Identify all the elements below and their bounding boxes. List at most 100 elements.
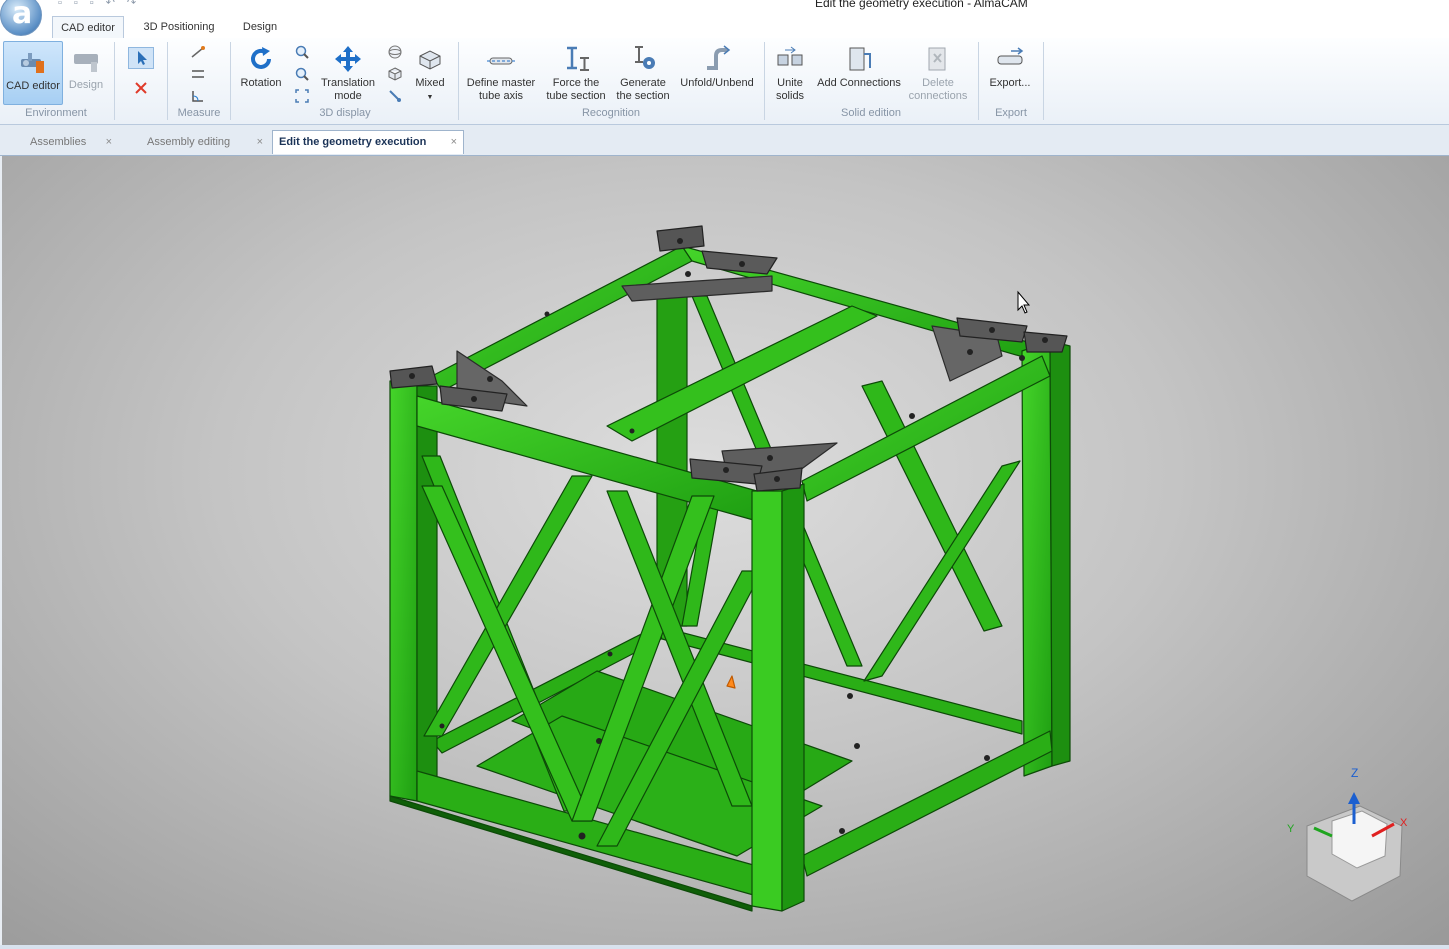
tab-design[interactable]: Design bbox=[236, 16, 284, 38]
quick-access-toolbar[interactable]: ▫▫▫↶↷ bbox=[58, 0, 148, 9]
zoom-in-button[interactable] bbox=[294, 44, 310, 60]
steel-frame-model[interactable] bbox=[389, 225, 1071, 912]
mixed-button[interactable]: Mixed ▼ bbox=[410, 44, 450, 104]
view-cube-button[interactable] bbox=[387, 66, 403, 82]
add-connections-button[interactable]: Add Connections bbox=[816, 44, 902, 90]
logo-letter: a bbox=[12, 0, 33, 31]
doc-tab-assembly-editing[interactable]: Assembly editing × bbox=[121, 131, 269, 153]
group-recognition-label: Recognition bbox=[581, 107, 641, 119]
axis-z-label: Z bbox=[1351, 766, 1358, 780]
rotation-label: Rotation bbox=[240, 77, 282, 89]
measure-angle-button[interactable] bbox=[190, 88, 206, 104]
window-title: Edit the geometry execution - AlmaCAM bbox=[815, 0, 1028, 10]
zoom-out-button[interactable] bbox=[294, 66, 310, 82]
export-label: Export... bbox=[989, 77, 1031, 89]
export-button[interactable]: Export... bbox=[984, 44, 1036, 90]
cad-editor-icon bbox=[21, 53, 44, 73]
tab-3d-positioning[interactable]: 3D Positioning bbox=[138, 16, 220, 38]
zoom-in-icon bbox=[295, 45, 309, 59]
unfold-label: Unfold/Unbend bbox=[680, 77, 754, 89]
unite-label-1: Unite bbox=[777, 77, 803, 89]
ribbon-separator bbox=[764, 42, 765, 120]
document-tab-bar: Assemblies × Assembly editing × Edit the… bbox=[0, 125, 1449, 156]
mixed-display-icon bbox=[419, 50, 441, 70]
delete-connections-label-2: connections bbox=[908, 90, 968, 102]
view-cube-gizmo[interactable] bbox=[1306, 792, 1403, 902]
export-icon bbox=[997, 47, 1024, 65]
group-3d-display-label: 3D display bbox=[319, 107, 371, 119]
ribbon-tab-row: CAD editor 3D Positioning Design bbox=[0, 14, 1449, 39]
define-label-1: Define master bbox=[466, 77, 536, 89]
tube-section-icon bbox=[567, 46, 589, 71]
cursor-icon bbox=[138, 51, 147, 65]
unfold-unbend-button[interactable]: Unfold/Unbend bbox=[678, 44, 756, 90]
translation-label-2: mode bbox=[334, 90, 362, 102]
ribbon-separator bbox=[167, 42, 168, 120]
group-measure-label: Measure bbox=[177, 107, 221, 119]
mixed-label: Mixed bbox=[415, 77, 445, 89]
unite-solids-button[interactable]: Unite solids bbox=[770, 44, 810, 103]
generate-section-button[interactable]: Generate the section bbox=[613, 44, 673, 103]
zoom-extents-icon bbox=[295, 89, 309, 103]
rotation-icon bbox=[251, 47, 271, 69]
delete-connections-button[interactable]: Delete connections bbox=[906, 44, 970, 103]
zoom-out-icon bbox=[295, 67, 309, 81]
generate-label-2: the section bbox=[616, 90, 670, 102]
mouse-cursor-icon bbox=[1017, 290, 1031, 314]
ribbon-separator bbox=[1043, 42, 1044, 120]
generate-gear-icon bbox=[635, 46, 655, 69]
measure-angle-icon bbox=[192, 91, 203, 102]
close-icon[interactable]: × bbox=[451, 131, 457, 153]
force-tube-section-button[interactable]: Force the tube section bbox=[544, 44, 608, 103]
delete-connection-icon bbox=[928, 47, 946, 71]
delete-x-icon bbox=[135, 82, 147, 94]
select-tool-button[interactable] bbox=[128, 47, 154, 69]
cad-editor-button[interactable]: CAD editor bbox=[3, 41, 63, 105]
measure-parallel-button[interactable] bbox=[190, 66, 206, 82]
design-button[interactable]: Design bbox=[66, 46, 106, 92]
edit-geometry-tab-label: Edit the geometry execution bbox=[279, 136, 427, 148]
3d-model-view[interactable]: Z Y X bbox=[2, 156, 1449, 945]
measure-distance-button[interactable] bbox=[190, 44, 206, 60]
unfold-icon bbox=[707, 45, 731, 70]
ribbon: CAD editor Design Environment Measure Ro… bbox=[0, 38, 1449, 125]
define-master-tube-axis-button[interactable]: Define master tube axis bbox=[464, 44, 538, 103]
view-sphere-button[interactable] bbox=[387, 44, 403, 60]
perspective-icon bbox=[389, 90, 401, 102]
doc-tab-assemblies[interactable]: Assemblies × bbox=[4, 131, 118, 153]
doc-tab-edit-geometry[interactable]: Edit the geometry execution × bbox=[272, 130, 464, 154]
ribbon-separator bbox=[458, 42, 459, 120]
3d-viewport[interactable]: Z Y X bbox=[2, 156, 1449, 945]
generate-label-1: Generate bbox=[620, 77, 666, 89]
axis-x-label: X bbox=[1400, 817, 1408, 829]
axis-y-label: Y bbox=[1287, 823, 1295, 835]
group-export-label: Export bbox=[995, 107, 1027, 119]
assemblies-tab-label: Assemblies bbox=[30, 136, 87, 148]
group-environment-label: Environment bbox=[25, 107, 87, 119]
define-label-2: tube axis bbox=[478, 90, 524, 102]
zoom-extents-button[interactable] bbox=[294, 88, 310, 104]
translation-arrows-icon bbox=[335, 46, 361, 72]
delete-connections-label-1: Delete bbox=[922, 77, 954, 89]
translation-label-1: Translation bbox=[320, 77, 375, 89]
measure-distance-icon bbox=[191, 46, 205, 58]
sphere-icon bbox=[388, 45, 402, 59]
ribbon-separator bbox=[978, 42, 979, 120]
close-icon[interactable]: × bbox=[106, 131, 112, 153]
view-perspective-button[interactable] bbox=[387, 88, 403, 104]
assembly-editing-tab-label: Assembly editing bbox=[147, 136, 231, 148]
rotation-button[interactable]: Rotation bbox=[236, 44, 286, 90]
translation-mode-button[interactable]: Translation mode bbox=[318, 44, 378, 103]
design-icon bbox=[74, 54, 98, 72]
tube-axis-icon bbox=[487, 57, 515, 65]
delete-button[interactable] bbox=[133, 80, 149, 96]
add-connections-label: Add Connections bbox=[817, 77, 901, 89]
design-label: Design bbox=[68, 79, 104, 91]
title-bar: ▫▫▫↶↷ Edit the geometry execution - Alma… bbox=[0, 0, 1449, 14]
status-bar bbox=[0, 945, 1449, 949]
cad-editor-label: CAD editor bbox=[6, 80, 60, 92]
close-icon[interactable]: × bbox=[257, 131, 263, 153]
force-label-1: Force the bbox=[552, 77, 600, 89]
unite-solids-icon bbox=[777, 46, 803, 66]
tab-cad-editor[interactable]: CAD editor bbox=[52, 16, 124, 39]
